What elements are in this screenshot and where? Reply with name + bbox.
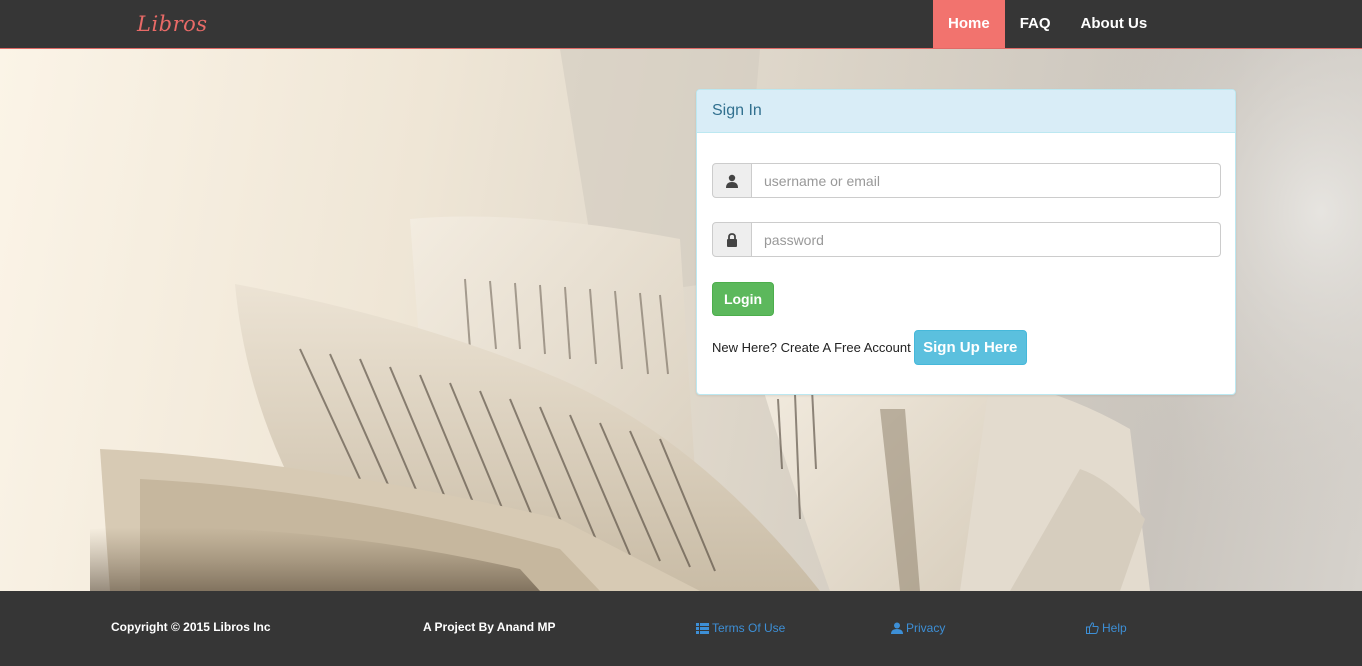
help-link[interactable]: Help xyxy=(1086,621,1127,635)
brand-logo[interactable]: Libros xyxy=(137,12,208,36)
nav-home[interactable]: Home xyxy=(933,0,1005,48)
privacy-label: Privacy xyxy=(906,621,946,635)
terms-label: Terms Of Use xyxy=(712,621,786,635)
username-input[interactable] xyxy=(752,163,1221,198)
user-icon xyxy=(891,622,903,634)
list-icon xyxy=(696,622,709,634)
signin-heading: Sign In xyxy=(697,90,1235,133)
thumbs-up-icon xyxy=(1086,622,1099,634)
copyright-text: Copyright © 2015 Libros Inc xyxy=(111,620,271,634)
help-label: Help xyxy=(1102,621,1127,635)
signup-row: New Here? Create A Free Account Sign Up … xyxy=(712,330,1027,365)
privacy-link[interactable]: Privacy xyxy=(891,621,945,635)
project-credit: A Project By Anand MP xyxy=(423,620,556,634)
login-button[interactable]: Login xyxy=(712,282,774,316)
main-nav: Home FAQ About Us xyxy=(933,0,1162,48)
user-icon xyxy=(712,163,752,198)
username-group xyxy=(712,163,1221,198)
terms-link[interactable]: Terms Of Use xyxy=(696,621,785,635)
nav-about-us[interactable]: About Us xyxy=(1066,0,1163,48)
signin-panel: Sign In Login New Here? Create A Free Ac… xyxy=(696,89,1236,395)
signup-prompt: New Here? Create A Free Account xyxy=(712,340,911,355)
password-input[interactable] xyxy=(752,222,1221,257)
lock-icon xyxy=(712,222,752,257)
signup-button[interactable]: Sign Up Here xyxy=(913,330,1027,365)
nav-faq[interactable]: FAQ xyxy=(1005,0,1066,48)
footer: Copyright © 2015 Libros Inc A Project By… xyxy=(0,591,1362,666)
password-group xyxy=(712,222,1221,257)
navbar: Libros Home FAQ About Us xyxy=(0,0,1362,49)
